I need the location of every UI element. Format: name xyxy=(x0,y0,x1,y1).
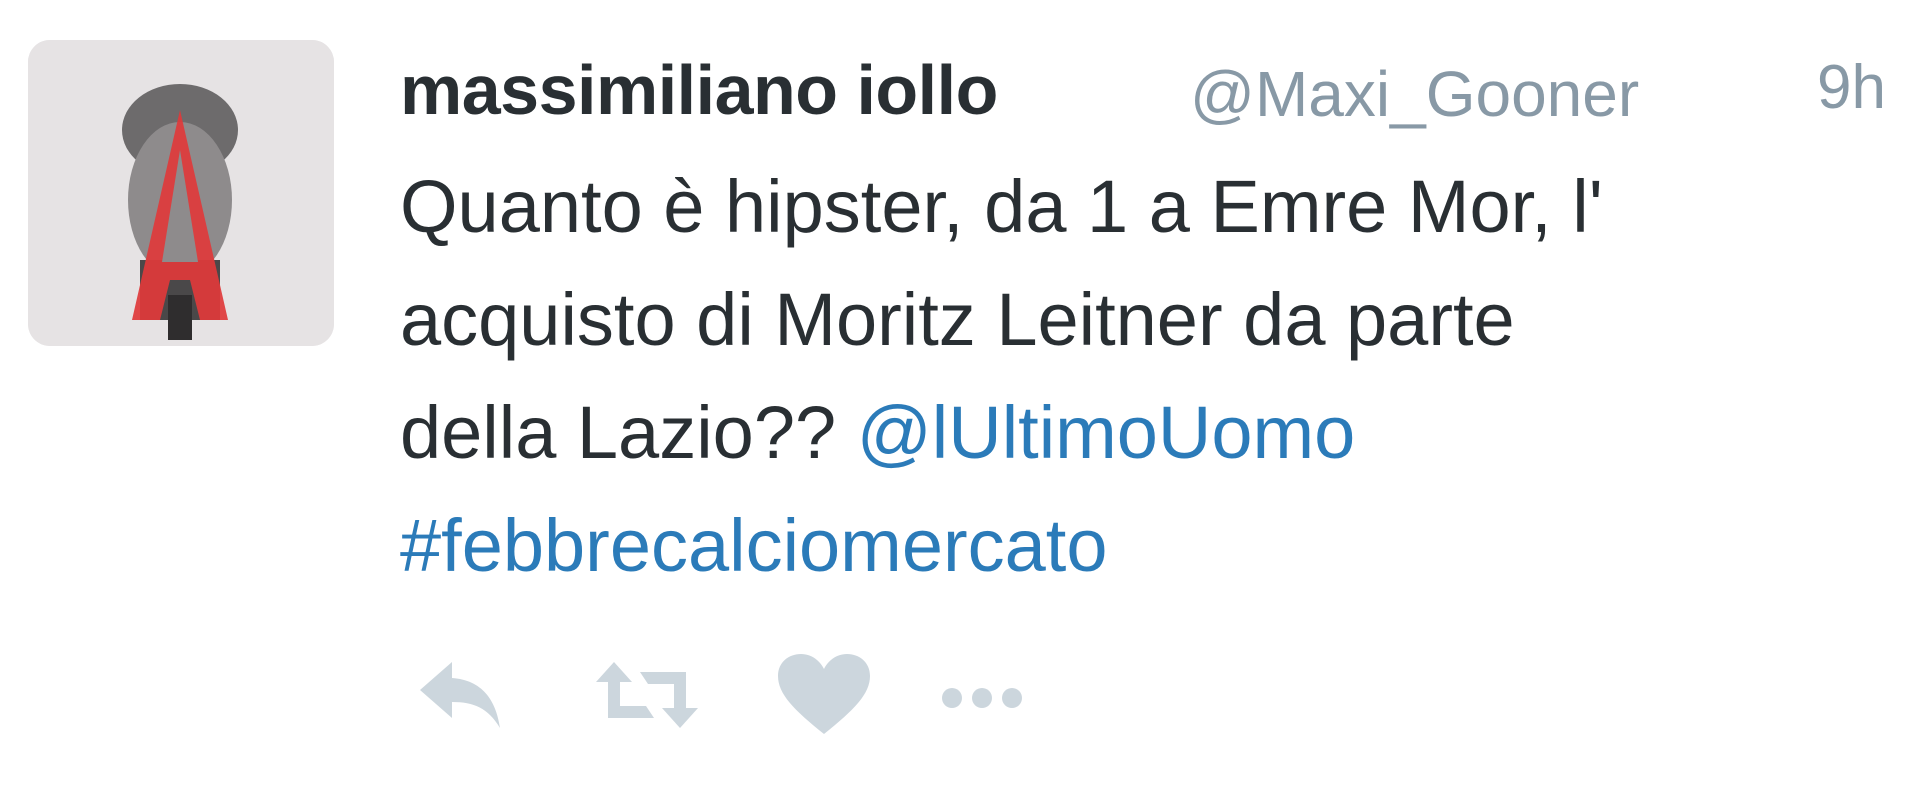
tweet-content: massimiliano iollo @Maxi_Gooner 9h Quant… xyxy=(400,40,1886,587)
avatar-image xyxy=(28,40,334,346)
tweet-text-fragment: della Lazio?? xyxy=(400,391,857,474)
reply-button[interactable] xyxy=(412,650,512,740)
heart-icon xyxy=(778,654,870,734)
tweet-text: Quanto è hipster, da 1 a Emre Mor, l' ac… xyxy=(400,150,1900,602)
reply-icon xyxy=(420,662,500,728)
mention-link[interactable]: @lUltimoUomo xyxy=(857,391,1356,474)
avatar[interactable] xyxy=(28,40,334,346)
retweet-button[interactable] xyxy=(592,650,702,740)
hashtag-link[interactable]: #febbrecalciomercato xyxy=(400,504,1107,587)
more-button[interactable] xyxy=(932,650,1032,740)
like-button[interactable] xyxy=(774,650,874,740)
tweet[interactable]: massimiliano iollo @Maxi_Gooner 9h Quant… xyxy=(0,0,1920,787)
author-fullname[interactable]: massimiliano iollo xyxy=(400,50,998,130)
retweet-icon xyxy=(596,662,698,728)
tweet-timestamp[interactable]: 9h xyxy=(1817,48,1886,128)
author-username[interactable]: @Maxi_Gooner xyxy=(1190,54,1639,134)
more-icon xyxy=(942,688,1022,708)
tweet-text-line: #febbrecalciomercato xyxy=(400,489,1900,602)
tweet-text-line: Quanto è hipster, da 1 a Emre Mor, l' xyxy=(400,165,1603,248)
tweet-actions xyxy=(412,650,1212,740)
tweet-text-line: acquisto di Moritz Leitner da parte xyxy=(400,278,1515,361)
tweet-header: massimiliano iollo @Maxi_Gooner 9h xyxy=(400,40,1886,140)
tweet-text-line: della Lazio?? @lUltimoUomo xyxy=(400,376,1900,489)
